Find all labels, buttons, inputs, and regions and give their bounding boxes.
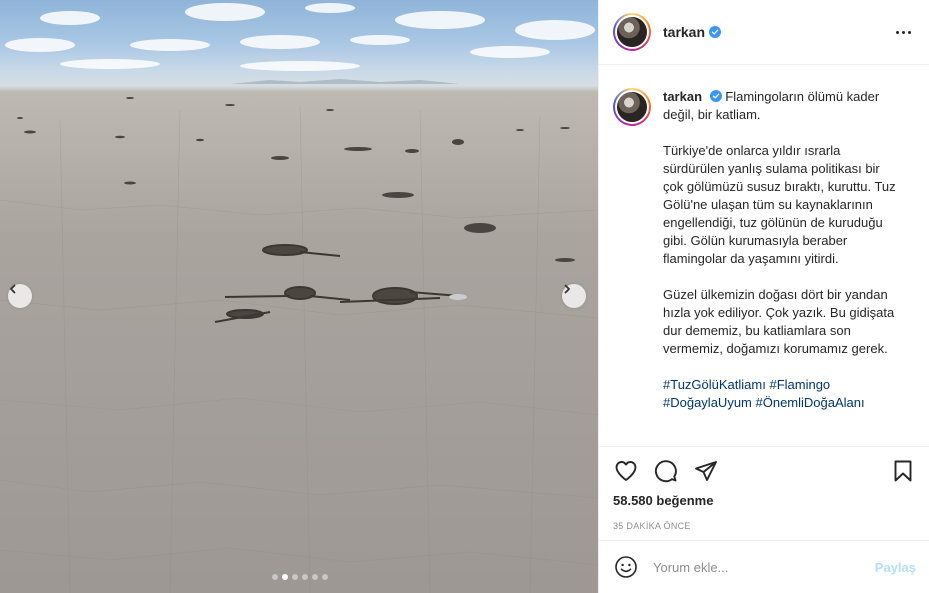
verified-badge-icon	[709, 26, 722, 38]
verified-badge-icon	[709, 90, 722, 102]
chevron-left-icon	[10, 284, 16, 294]
bookmark-icon	[894, 460, 912, 482]
heart-icon	[615, 461, 637, 481]
hashtags: #TuzGölüKatliamı #Flamingo #DoğaylaUyum …	[663, 376, 903, 412]
hashtag-link[interactable]: #TuzGölüKatliamı	[663, 377, 766, 392]
comment-input[interactable]	[653, 559, 853, 575]
post-header: tarkan	[599, 0, 929, 65]
avatar[interactable]	[613, 13, 651, 51]
carousel-prev-button[interactable]	[8, 284, 32, 308]
carousel-dot	[282, 574, 288, 580]
paper-plane-icon	[695, 461, 717, 481]
save-button[interactable]	[890, 458, 916, 484]
post-panel: tarkan tarkan Flamingoların ölümü kader …	[598, 0, 929, 593]
smiley-icon	[615, 556, 637, 578]
share-button[interactable]	[693, 458, 719, 484]
hashtag-link[interactable]: #DoğaylaUyum	[663, 395, 752, 410]
photo-scene	[0, 3, 598, 593]
like-count[interactable]: 58.580 beğenme	[613, 493, 916, 508]
like-button[interactable]	[613, 458, 639, 484]
carousel-dot	[272, 574, 278, 580]
caption-username[interactable]: tarkan	[663, 89, 702, 104]
comment-button[interactable]	[653, 458, 679, 484]
comment-icon	[654, 460, 677, 483]
carousel-dot	[312, 574, 318, 580]
caption-paragraph: Güzel ülkemizin doğası dört bir yandan h…	[663, 287, 895, 356]
header-username[interactable]: tarkan	[663, 24, 705, 40]
post-comment-button[interactable]: Paylaş	[875, 560, 916, 575]
caption-avatar[interactable]	[613, 88, 651, 126]
caption-paragraph: Türkiye'de onlarca yıldır ısrarla sürdür…	[663, 143, 896, 266]
post-timestamp[interactable]: 35 DAKİKA ÖNCE	[613, 521, 916, 531]
carousel-next-button[interactable]	[562, 284, 586, 308]
carousel-dot	[322, 574, 328, 580]
emoji-button[interactable]	[613, 554, 639, 580]
more-options-icon[interactable]	[892, 27, 915, 38]
caption-area: tarkan Flamingoların ölümü kader değil, …	[599, 66, 929, 446]
carousel-indicator	[272, 574, 328, 580]
chevron-right-icon	[564, 284, 570, 294]
comment-bar: Paylaş	[599, 540, 929, 593]
post-actions: 58.580 beğenme 35 DAKİKA ÖNCE	[599, 446, 929, 531]
caption-text: tarkan Flamingoların ölümü kader değil, …	[663, 88, 903, 412]
carousel-dot	[292, 574, 298, 580]
carousel-dot	[302, 574, 308, 580]
post-photo[interactable]	[0, 0, 598, 593]
hashtag-link[interactable]: #Flamingo	[769, 377, 830, 392]
hashtag-link[interactable]: #ÖnemliDoğaAlanı	[756, 395, 865, 410]
